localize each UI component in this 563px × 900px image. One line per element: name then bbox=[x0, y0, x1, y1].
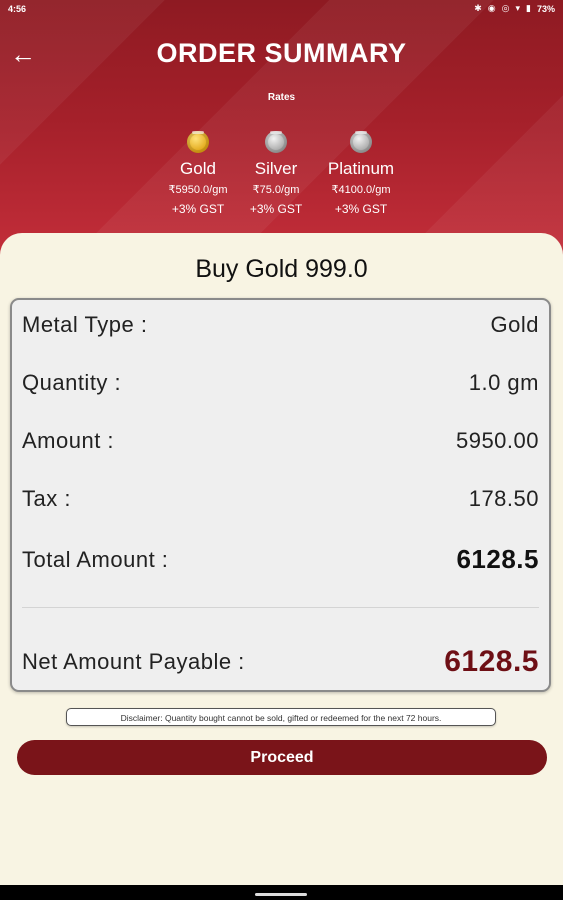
page-title: ORDER SUMMARY bbox=[156, 38, 407, 68]
order-summary-card: Metal Type : Gold Quantity : 1.0 gm Amou… bbox=[10, 298, 551, 692]
row-value: Gold bbox=[490, 312, 539, 337]
row-total-amount: Total Amount : 6128.5 bbox=[22, 544, 539, 575]
battery-percent: 73% bbox=[536, 3, 555, 14]
eye-icon: ◉ bbox=[487, 3, 496, 13]
disclaimer: Disclaimer: Quantity bought cannot be so… bbox=[66, 708, 496, 726]
metal-gst: +3% GST bbox=[334, 202, 388, 216]
metal-name: Platinum bbox=[327, 159, 395, 178]
row-label: Tax : bbox=[22, 486, 71, 511]
data-icon: ◎ bbox=[501, 3, 510, 13]
row-value: 5950.00 bbox=[455, 428, 539, 453]
row-label: Amount : bbox=[22, 428, 115, 453]
proceed-button[interactable]: Proceed bbox=[17, 740, 547, 775]
divider bbox=[22, 607, 539, 608]
row-label: Quantity : bbox=[22, 370, 122, 395]
status-icons: ✱ ◉ ◎ ▾ ▮ 73% bbox=[474, 3, 555, 14]
bluetooth-icon: ✱ bbox=[474, 3, 482, 13]
net-value: 6128.5 bbox=[444, 645, 539, 678]
row-quantity: Quantity : 1.0 gm bbox=[22, 370, 539, 396]
row-value: 1.0 gm bbox=[468, 370, 539, 395]
row-label: Metal Type : bbox=[22, 312, 148, 337]
metal-rate-platinum: Platinum ₹4100.0/gm +3% GST bbox=[311, 122, 411, 216]
metal-price: ₹4100.0/gm bbox=[331, 184, 391, 196]
row-value: 6128.5 bbox=[456, 544, 539, 574]
row-tax: Tax : 178.50 bbox=[22, 486, 539, 512]
home-handle[interactable] bbox=[255, 893, 307, 896]
gold-coin-icon bbox=[187, 131, 209, 153]
order-sheet: Buy Gold 999.0 Metal Type : Gold Quantit… bbox=[0, 233, 563, 900]
rates-label: Rates bbox=[267, 92, 296, 103]
status-bar: 4:56 ✱ ◉ ◎ ▾ ▮ 73% bbox=[0, 0, 563, 18]
row-metal-type: Metal Type : Gold bbox=[22, 312, 539, 338]
battery-icon: ▮ bbox=[526, 3, 531, 13]
silver-coin-icon bbox=[265, 131, 287, 153]
wifi-icon: ▾ bbox=[515, 3, 521, 13]
row-value: 178.50 bbox=[468, 486, 539, 511]
row-amount: Amount : 5950.00 bbox=[22, 428, 539, 454]
row-net-amount: Net Amount Payable : 6128.5 bbox=[22, 645, 539, 679]
platinum-coin-icon bbox=[350, 131, 372, 153]
net-label: Net Amount Payable : bbox=[22, 649, 245, 674]
header: 4:56 ✱ ◉ ◎ ▾ ▮ 73% ← ORDER SUMMARY Rates… bbox=[0, 0, 563, 260]
order-title: Buy Gold 999.0 bbox=[195, 255, 368, 283]
row-label: Total Amount : bbox=[22, 546, 169, 572]
status-time: 4:56 bbox=[8, 4, 27, 14]
